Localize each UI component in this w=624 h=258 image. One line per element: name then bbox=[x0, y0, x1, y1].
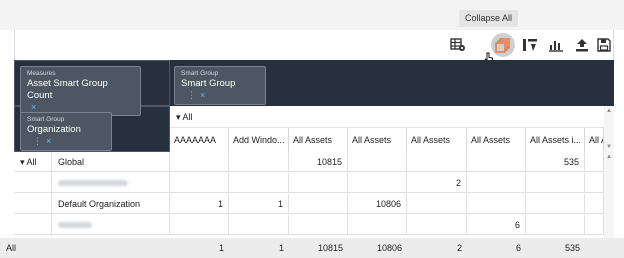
row-header[interactable] bbox=[52, 215, 170, 235]
total-cell: 1 bbox=[218, 243, 224, 253]
scroll-up-icon[interactable]: ▲ bbox=[606, 154, 612, 160]
column-header[interactable]: All Assets bbox=[467, 128, 526, 152]
table-row: ▾ All Global 10815 535 bbox=[14, 152, 604, 236]
data-cell[interactable] bbox=[467, 152, 526, 172]
data-cell[interactable] bbox=[467, 194, 526, 214]
row-group-label: All bbox=[26, 157, 37, 167]
data-cell[interactable] bbox=[170, 215, 229, 235]
redacted-text bbox=[58, 180, 128, 186]
remove-measure-icon[interactable]: × bbox=[31, 102, 36, 112]
data-cell[interactable] bbox=[407, 152, 467, 172]
data-cell[interactable] bbox=[585, 215, 604, 235]
total-cell: 6 bbox=[515, 243, 521, 253]
total-cell: 535 bbox=[564, 243, 580, 253]
row-pill-value: Organization bbox=[27, 124, 81, 135]
data-cell[interactable] bbox=[526, 215, 585, 235]
column-headers: AAAAAAA Add Windo... All Assets All Assets A… bbox=[170, 128, 604, 152]
column-header[interactable]: All Assets bbox=[348, 128, 407, 152]
row-header[interactable] bbox=[52, 173, 170, 193]
column-pill-value: Smart Group bbox=[181, 78, 236, 89]
column-header[interactable]: All Assets i... bbox=[526, 128, 585, 152]
totals-label: All bbox=[6, 243, 17, 253]
header-scrollbar[interactable]: ▲ ▼ bbox=[604, 106, 614, 152]
data-cell[interactable] bbox=[348, 152, 407, 172]
scroll-down-icon[interactable]: ▼ bbox=[606, 144, 612, 150]
table-row: 6 bbox=[14, 215, 604, 235]
row-header[interactable]: Global bbox=[52, 152, 170, 172]
column-pill-caption: Smart Group bbox=[181, 70, 219, 77]
data-cell[interactable] bbox=[289, 215, 348, 235]
remove-row-icon[interactable]: × bbox=[46, 136, 51, 146]
row-pill-caption: Smart Group bbox=[27, 116, 65, 123]
column-group-label: All bbox=[182, 112, 193, 122]
data-cell[interactable]: 535 bbox=[526, 152, 585, 172]
table-row: Default Organization 1 1 10806 bbox=[14, 194, 604, 214]
pivot-toolbar bbox=[14, 30, 614, 60]
measures-pill-value: Asset Smart Group Count bbox=[27, 78, 108, 101]
column-more-icon[interactable]: ⋮ bbox=[187, 90, 196, 100]
data-cell[interactable]: 1 bbox=[170, 194, 229, 214]
data-cell[interactable] bbox=[289, 194, 348, 214]
data-cell[interactable] bbox=[348, 173, 407, 193]
table-settings-icon[interactable] bbox=[449, 37, 467, 53]
data-cell[interactable] bbox=[407, 215, 467, 235]
data-cell[interactable] bbox=[526, 173, 585, 193]
total-cell: 10815 bbox=[317, 243, 343, 253]
row-pill[interactable]: Smart Group Organization⋮ × bbox=[20, 112, 112, 151]
data-cell[interactable] bbox=[289, 173, 348, 193]
data-cell[interactable] bbox=[407, 194, 467, 214]
data-cell[interactable]: 2 bbox=[407, 173, 467, 193]
data-cell[interactable] bbox=[585, 194, 604, 214]
collapse-all-icon[interactable] bbox=[494, 37, 512, 53]
body-scrollbar[interactable]: ▲ bbox=[604, 152, 614, 238]
data-cell[interactable] bbox=[170, 152, 229, 172]
data-cell[interactable]: 6 bbox=[467, 215, 526, 235]
remove-column-icon[interactable]: × bbox=[200, 90, 205, 100]
total-cell: 10806 bbox=[376, 243, 402, 253]
measures-pill-caption: Measures bbox=[27, 70, 56, 77]
chevron-down-icon: ▾ bbox=[176, 112, 181, 122]
export-icon[interactable] bbox=[573, 37, 591, 53]
save-icon[interactable] bbox=[595, 37, 613, 53]
column-header[interactable]: All Assets bbox=[407, 128, 467, 152]
redacted-text bbox=[58, 222, 92, 228]
total-cell: 1 bbox=[278, 243, 284, 253]
column-header[interactable]: All Assets bbox=[289, 128, 348, 152]
total-cell: 2 bbox=[456, 243, 462, 253]
column-header[interactable]: Add Windo... bbox=[229, 128, 289, 152]
data-cell[interactable] bbox=[229, 173, 289, 193]
data-cell[interactable] bbox=[229, 152, 289, 172]
column-header[interactable]: AAAAAAA bbox=[170, 128, 229, 152]
row-header[interactable]: Default Organization bbox=[52, 194, 170, 214]
table-row: 2 bbox=[14, 173, 604, 193]
column-toggle-icon[interactable] bbox=[521, 37, 539, 53]
data-cell[interactable] bbox=[170, 173, 229, 193]
measures-pill[interactable]: Measures Asset Smart Group Count× bbox=[20, 66, 141, 116]
column-group-bar: ▾ All bbox=[170, 106, 614, 128]
scroll-up-icon[interactable]: ▲ bbox=[606, 108, 612, 114]
data-cell[interactable] bbox=[467, 173, 526, 193]
collapse-all-tooltip: Collapse All bbox=[459, 10, 519, 27]
data-cell[interactable] bbox=[348, 215, 407, 235]
row-more-icon[interactable]: ⋮ bbox=[33, 136, 42, 146]
data-cell[interactable]: 10806 bbox=[348, 194, 407, 214]
data-cell[interactable] bbox=[585, 152, 604, 172]
column-header[interactable]: All A bbox=[585, 128, 604, 152]
column-group-toggle[interactable]: ▾ All bbox=[176, 112, 193, 123]
totals-row: All 1 1 10815 10806 2 6 535 bbox=[0, 238, 624, 258]
data-cell[interactable] bbox=[229, 215, 289, 235]
data-cell[interactable] bbox=[585, 173, 604, 193]
total-cell bbox=[585, 238, 604, 258]
column-pill[interactable]: Smart Group Smart Group⋮ × bbox=[174, 66, 266, 105]
bar-chart-icon[interactable] bbox=[547, 37, 565, 53]
data-cell[interactable]: 10815 bbox=[289, 152, 348, 172]
data-cell[interactable]: 1 bbox=[229, 194, 289, 214]
data-cell[interactable] bbox=[526, 194, 585, 214]
top-strip bbox=[0, 0, 624, 30]
